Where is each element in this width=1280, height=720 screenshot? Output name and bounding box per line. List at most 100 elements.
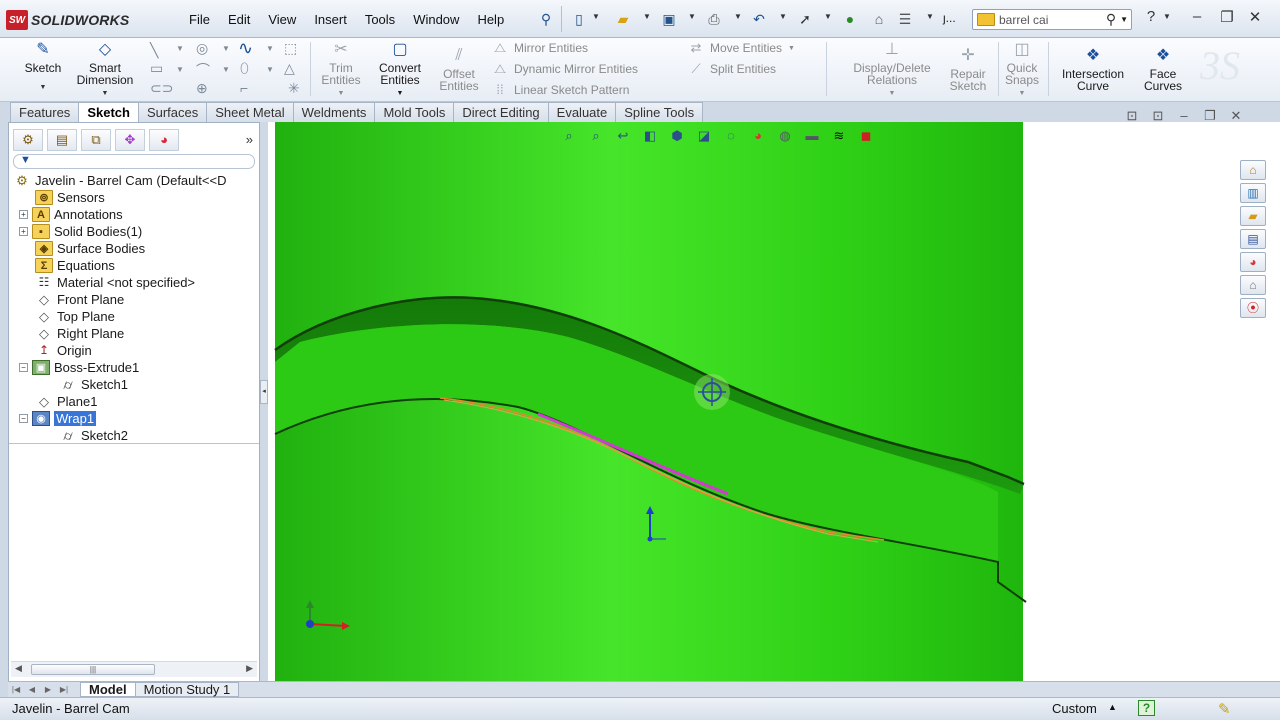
tree-item-right-plane[interactable]: ◇ Right Plane	[35, 325, 124, 342]
collapse-icon[interactable]: −	[19, 414, 28, 423]
chevron-down-icon[interactable]: ▼	[734, 12, 742, 21]
rebuild-traffic-light-icon[interactable]: ●	[841, 10, 859, 28]
tree-item-surface-bodies[interactable]: ◈ Surface Bodies	[35, 240, 145, 257]
feature-tree-icon[interactable]: ⚙	[13, 129, 43, 151]
units-arrow-icon[interactable]: ▲	[1108, 702, 1117, 712]
chevron-down-icon[interactable]: ▼	[788, 45, 795, 52]
arc-icon[interactable]: ⌒	[196, 60, 210, 80]
chevron-down-icon[interactable]: ▼	[266, 44, 274, 53]
display-style-icon[interactable]: ◪	[693, 127, 715, 145]
quick-snaps-button[interactable]: ◫ Quick Snaps ▼	[1000, 40, 1044, 100]
chevron-down-icon[interactable]: ▼	[176, 65, 184, 74]
tab-surfaces[interactable]: Surfaces	[137, 102, 208, 122]
linear-sketch-pattern-button[interactable]: ⁞⁞ Linear Sketch Pattern	[492, 82, 629, 97]
display-delete-relations-button[interactable]: ⊥ Display/Delete Relations ▼	[846, 40, 938, 100]
chevron-down-icon[interactable]: ▼	[266, 65, 274, 74]
section-view-icon[interactable]: ◧	[639, 127, 661, 145]
tile-vertical-icon[interactable]: ⊡	[1148, 108, 1168, 124]
expand-icon[interactable]: +	[19, 210, 28, 219]
new-document-icon[interactable]: ▯	[570, 10, 588, 28]
edit-appearance-icon[interactable]: ◕	[747, 127, 769, 145]
display-manager-icon[interactable]: ◕	[149, 129, 179, 151]
intersection-curve-button[interactable]: ❖ Intersection Curve	[1052, 46, 1134, 92]
minimize-icon[interactable]: –	[1174, 108, 1194, 124]
horizontal-scrollbar[interactable]: ◀ ||| ▶	[11, 661, 257, 677]
previous-tab-icon[interactable]: ◀	[24, 685, 40, 694]
tile-horizontal-icon[interactable]: ⊡	[1122, 108, 1142, 124]
scroll-left-icon[interactable]: ◀	[15, 663, 22, 674]
tree-item-boss-extrude1[interactable]: − ▣ Boss-Extrude1	[19, 359, 139, 376]
configuration-manager-icon[interactable]: ⧉	[81, 129, 111, 151]
tab-model[interactable]: Model	[80, 682, 136, 697]
split-entities-button[interactable]: ⟋ Split Entities	[688, 61, 776, 77]
toolbar-overflow[interactable]: ȷ...	[943, 11, 956, 25]
tab-spline-tools[interactable]: Spline Tools	[615, 102, 704, 122]
previous-view-icon[interactable]: ↩	[612, 127, 634, 145]
scroll-right-icon[interactable]: ▶	[246, 663, 253, 674]
face-curves-button[interactable]: ❖ Face Curves	[1136, 46, 1190, 92]
dynamic-mirror-button[interactable]: ⧍ Dynamic Mirror Entities	[492, 61, 638, 77]
chevron-right-double-icon[interactable]: »	[246, 129, 253, 151]
offset-entities-button[interactable]: ⫽ Offset Entities	[432, 46, 486, 92]
search-icon[interactable]: ⚲	[1106, 11, 1116, 28]
tree-item-material[interactable]: ☷ Material <not specified>	[35, 274, 195, 291]
slot-icon[interactable]: ⊂⊃	[150, 80, 173, 97]
chevron-down-icon[interactable]: ▼	[824, 12, 832, 21]
zoom-to-fit-icon[interactable]: ⌕	[558, 127, 580, 145]
panel-collapse-handle[interactable]: ◂	[260, 380, 268, 404]
point-icon[interactable]: ⊕	[196, 80, 208, 97]
open-folder-icon[interactable]: ▰	[614, 10, 632, 28]
tree-filter-input[interactable]: ▼	[13, 154, 255, 169]
chevron-down-icon[interactable]: ▼	[688, 12, 696, 21]
tree-item-wrap1[interactable]: − ◉ Wrap1	[19, 410, 97, 427]
tab-sheet-metal[interactable]: Sheet Metal	[206, 102, 294, 122]
curvature-icon[interactable]: ◼	[855, 127, 877, 145]
convert-entities-button[interactable]: ▢ Convert Entities ▼	[370, 40, 430, 100]
sketch-text-icon[interactable]: ✳	[288, 80, 300, 97]
chevron-down-icon[interactable]: ▼	[592, 12, 600, 21]
chevron-down-icon[interactable]: ▼	[846, 88, 938, 100]
next-tab-icon[interactable]: ▶	[40, 685, 56, 694]
zebra-stripes-icon[interactable]: ≋	[828, 127, 850, 145]
tree-item-front-plane[interactable]: ◇ Front Plane	[35, 291, 124, 308]
file-properties-icon[interactable]: ⌂	[870, 10, 888, 28]
menu-tools[interactable]: Tools	[356, 12, 404, 27]
undo-icon[interactable]: ↶	[750, 10, 768, 28]
tree-item-top-plane[interactable]: ◇ Top Plane	[35, 308, 115, 325]
chevron-down-icon[interactable]: ▼	[1000, 88, 1044, 100]
pin-icon[interactable]: ⚲	[537, 10, 555, 28]
sketch-fillet-icon[interactable]: ⬚	[284, 40, 297, 57]
menu-file[interactable]: File	[180, 12, 219, 27]
tab-features[interactable]: Features	[10, 102, 80, 122]
solidworks-search-icon[interactable]: ⦿	[1240, 298, 1266, 318]
tree-item-solid-bodies[interactable]: + ▪ Solid Bodies(1)	[19, 223, 142, 240]
collapse-icon[interactable]: −	[19, 363, 28, 372]
chevron-down-icon[interactable]: ▼	[314, 88, 368, 100]
chevron-down-icon[interactable]: ▼	[643, 12, 651, 21]
model-view[interactable]	[268, 122, 1280, 682]
custom-properties-icon[interactable]: ⌂	[1240, 275, 1266, 295]
ellipse-icon[interactable]: ⬯	[240, 60, 249, 77]
solidworks-resources-icon[interactable]: ⌂	[1240, 160, 1266, 180]
centerline-icon[interactable]: ⌐	[240, 80, 248, 96]
tab-weldments[interactable]: Weldments	[292, 102, 376, 122]
menu-help[interactable]: Help	[468, 12, 513, 27]
zoom-to-area-icon[interactable]: ⌕	[585, 127, 607, 145]
view-settings-icon[interactable]: ▬	[801, 127, 823, 145]
tree-item-annotations[interactable]: + A Annotations	[19, 206, 123, 223]
spline-icon[interactable]: ∿	[238, 38, 253, 59]
print-icon[interactable]: ⎙	[705, 10, 723, 28]
apply-scene-icon[interactable]: ◍	[774, 127, 796, 145]
file-explorer-icon[interactable]: ▰	[1240, 206, 1266, 226]
polygon-icon[interactable]: △	[284, 60, 295, 77]
chevron-down-icon[interactable]: ▼	[18, 82, 68, 94]
options-icon[interactable]: ☰	[896, 10, 914, 28]
close-icon[interactable]: ✕	[1226, 108, 1246, 124]
search-box[interactable]: barrel cai ⚲ ▼	[972, 9, 1132, 30]
chevron-down-icon[interactable]: ▼	[1163, 12, 1171, 21]
close-icon[interactable]: ✕	[1244, 8, 1266, 26]
chevron-down-icon[interactable]: ▼	[222, 44, 230, 53]
tab-motion-study-1[interactable]: Motion Study 1	[134, 682, 240, 697]
chevron-down-icon[interactable]: ▼	[1120, 15, 1131, 24]
menu-window[interactable]: Window	[404, 12, 468, 27]
